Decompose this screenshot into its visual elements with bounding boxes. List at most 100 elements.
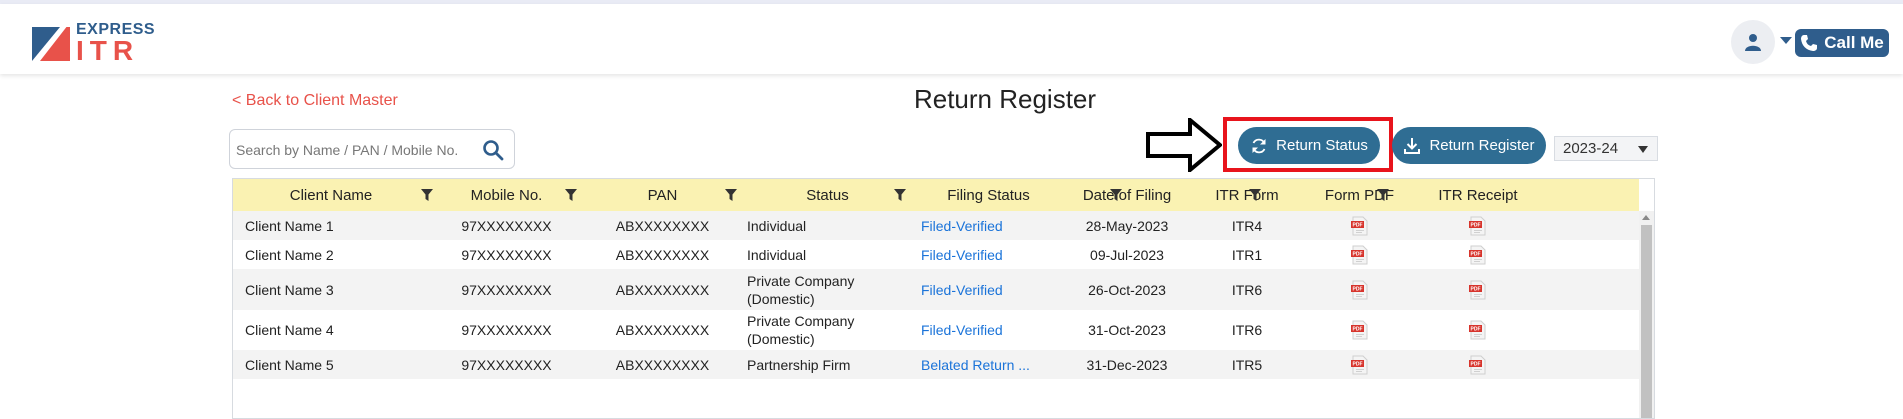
table-cell: PDF (1416, 350, 1540, 379)
svg-text:PDF: PDF (1352, 222, 1362, 228)
svg-text:PDF: PDF (1471, 251, 1481, 257)
column-header[interactable]: ITR Receipt (1416, 179, 1540, 211)
filter-icon[interactable] (725, 189, 737, 201)
column-header[interactable]: Mobile No. (429, 179, 584, 211)
user-icon (1745, 34, 1761, 51)
table-row[interactable]: Client Name 4 97XXXXXXXX ABXXXXXXXX Private… (233, 310, 1639, 350)
table-cell: ABXXXXXXXX (584, 211, 741, 240)
cell-status: Private Company (Domestic) (747, 272, 855, 307)
return-status-label: Return Status (1276, 137, 1368, 154)
cell-name: Client Name 4 (245, 322, 334, 338)
table-cell: ABXXXXXXXX (584, 269, 741, 310)
table-cell: ITR6 (1191, 310, 1303, 350)
column-header[interactable]: PAN (584, 179, 741, 211)
cell-filing[interactable]: Filed-Verified (921, 322, 1003, 338)
svg-text:PDF: PDF (1352, 286, 1362, 292)
filter-icon[interactable] (894, 189, 906, 201)
cell-status: Partnership Firm (747, 356, 851, 373)
column-header[interactable]: Date of Filing (1063, 179, 1191, 211)
form-pdf-icon[interactable]: PDF (1350, 280, 1369, 300)
table-cell: ABXXXXXXXX (584, 310, 741, 350)
table-cell: 26-Oct-2023 (1063, 269, 1191, 310)
year-select-value: 2023-24 (1563, 140, 1619, 157)
cell-form: ITR6 (1231, 322, 1263, 338)
cell-date: 28-May-2023 (1085, 217, 1169, 234)
filter-icon[interactable] (421, 189, 433, 201)
cell-form: ITR5 (1231, 356, 1263, 373)
table-cell: 28-May-2023 (1063, 211, 1191, 240)
form-pdf-icon[interactable]: PDF (1350, 355, 1369, 375)
table-cell: 97XXXXXXXX (429, 269, 584, 310)
form-pdf-icon[interactable]: PDF (1350, 245, 1369, 265)
table-cell: Client Name 5 (233, 350, 429, 379)
column-header[interactable]: Form PDF (1303, 179, 1416, 211)
table-cell: Filed-Verified (914, 269, 1063, 310)
table-row[interactable]: Client Name 2 97XXXXXXXX ABXXXXXXXX Individ… (233, 240, 1639, 269)
svg-text:PDF: PDF (1352, 251, 1362, 257)
itr-receipt-pdf-icon[interactable]: PDF (1469, 245, 1487, 265)
filter-icon[interactable] (1110, 189, 1122, 201)
user-menu-caret-icon[interactable] (1780, 37, 1792, 44)
table-cell: Belated Return ... (914, 350, 1063, 379)
itr-receipt-pdf-icon[interactable]: PDF (1469, 216, 1487, 236)
filter-icon[interactable] (1249, 189, 1261, 201)
svg-text:PDF: PDF (1471, 222, 1481, 228)
cell-filing[interactable]: Filed-Verified (921, 282, 1003, 298)
itr-receipt-pdf-icon[interactable]: PDF (1469, 355, 1487, 375)
cell-date: 09-Jul-2023 (1090, 246, 1164, 263)
cell-filing[interactable]: Belated Return ... (921, 357, 1030, 373)
table-row[interactable]: Client Name 1 97XXXXXXXX ABXXXXXXXX Individ… (233, 211, 1639, 240)
search-icon[interactable] (482, 139, 504, 161)
table-cell: ABXXXXXXXX (584, 350, 741, 379)
table-cell: Client Name 4 (233, 310, 429, 350)
form-pdf-icon[interactable]: PDF (1350, 216, 1369, 236)
column-header[interactable]: ITR Form (1191, 179, 1303, 211)
table-cell: 97XXXXXXXX (429, 310, 584, 350)
column-header[interactable]: Status (741, 179, 914, 211)
table-cell: PDF (1303, 211, 1416, 240)
express-itr-logo[interactable]: EXPRESS ITR (30, 19, 155, 66)
table-cell: Partnership Firm (741, 350, 914, 379)
cell-pan: ABXXXXXXXX (615, 281, 710, 298)
filter-icon[interactable] (565, 189, 577, 201)
cell-form: ITR4 (1231, 217, 1263, 234)
cell-filing[interactable]: Filed-Verified (921, 218, 1003, 234)
table-cell: ITR4 (1191, 211, 1303, 240)
table-cell: 31-Dec-2023 (1063, 350, 1191, 379)
svg-text:PDF: PDF (1471, 361, 1481, 367)
cell-mobile: 97XXXXXXXX (461, 281, 552, 298)
table-scrollbar[interactable] (1639, 211, 1654, 418)
column-header[interactable]: Filing Status (914, 179, 1063, 211)
table-cell: Filed-Verified (914, 310, 1063, 350)
return-status-button[interactable]: Return Status (1238, 127, 1380, 164)
itr-receipt-pdf-icon[interactable]: PDF (1469, 320, 1487, 340)
filter-icon[interactable] (1377, 189, 1389, 201)
table-cell: Filed-Verified (914, 240, 1063, 269)
cell-pan: ABXXXXXXXX (615, 322, 710, 338)
table-row[interactable]: Client Name 5 97XXXXXXXX ABXXXXXXXX Partner… (233, 350, 1639, 379)
assessment-year-select[interactable]: 2023-24 (1554, 136, 1658, 161)
column-header[interactable]: Client Name (233, 179, 429, 211)
form-pdf-icon[interactable]: PDF (1350, 320, 1369, 340)
table-cell: ABXXXXXXXX (584, 240, 741, 269)
svg-text:PDF: PDF (1352, 361, 1362, 367)
user-avatar-button[interactable] (1731, 20, 1775, 64)
search-input[interactable] (236, 139, 458, 161)
table-cell: 31-Oct-2023 (1063, 310, 1191, 350)
cell-filing[interactable]: Filed-Verified (921, 247, 1003, 263)
search-box (229, 129, 515, 169)
scrollbar-thumb[interactable] (1641, 225, 1652, 418)
scroll-up-arrow-icon[interactable] (1642, 215, 1650, 220)
cell-date: 31-Oct-2023 (1088, 322, 1166, 338)
table-row[interactable]: Client Name 3 97XXXXXXXX ABXXXXXXXX Private… (233, 269, 1639, 310)
table-cell: 97XXXXXXXX (429, 211, 584, 240)
call-me-button[interactable]: Call Me (1795, 29, 1889, 57)
cell-pan: ABXXXXXXXX (615, 356, 710, 373)
refresh-icon (1252, 138, 1266, 153)
return-register-download-button[interactable]: Return Register (1392, 127, 1546, 164)
cell-date: 26-Oct-2023 (1088, 281, 1166, 298)
itr-receipt-pdf-icon[interactable]: PDF (1469, 280, 1487, 300)
table-cell: PDF (1303, 350, 1416, 379)
svg-text:PDF: PDF (1352, 327, 1362, 333)
table-cell: 09-Jul-2023 (1063, 240, 1191, 269)
